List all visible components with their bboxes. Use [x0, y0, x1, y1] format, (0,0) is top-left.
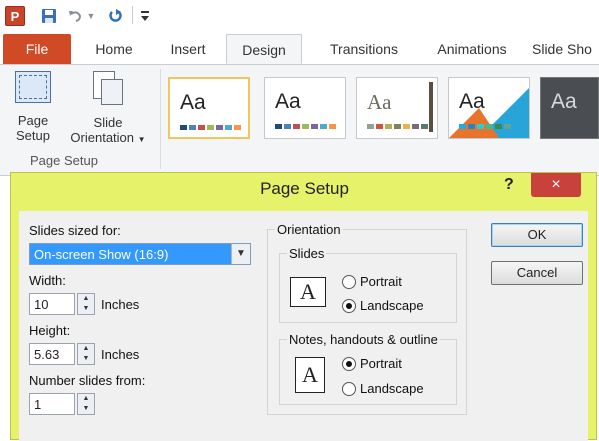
- help-icon[interactable]: ?: [504, 176, 514, 194]
- qat-separator: [132, 6, 133, 24]
- width-label: Width:: [29, 273, 66, 288]
- theme-color-bars: [459, 124, 511, 129]
- redo-icon[interactable]: [106, 6, 124, 26]
- page-setup-label-line2: Setup: [16, 128, 50, 143]
- number-slides-from-label: Number slides from:: [29, 373, 146, 388]
- group-separator: [160, 69, 161, 169]
- undo-icon[interactable]: [66, 6, 84, 26]
- tab-design[interactable]: Design: [226, 34, 302, 64]
- width-unit: Inches: [101, 297, 140, 312]
- spin-down-icon[interactable]: ▼: [78, 354, 94, 364]
- theme-color-bars: [180, 125, 241, 130]
- theme-sample-text: Aa: [367, 90, 392, 114]
- slides-portrait-radio[interactable]: [342, 275, 356, 289]
- theme-sample-text: Aa: [551, 90, 577, 113]
- undo-dropdown-icon[interactable]: ▼: [86, 6, 96, 26]
- height-stepper[interactable]: ▲ ▼: [77, 343, 95, 365]
- theme-color-bars: [367, 124, 428, 129]
- theme-accent-stripe: [429, 82, 433, 132]
- page-setup-label-line1: Page: [17, 113, 49, 128]
- notes-portrait-label[interactable]: Portrait: [360, 356, 402, 371]
- slides-sized-for-select[interactable]: On-screen Show (16:9) ▼: [29, 243, 251, 265]
- close-button[interactable]: ×: [531, 173, 581, 197]
- slide-orientation-button[interactable]: Slide Orientation ▼: [64, 71, 152, 147]
- tab-animations[interactable]: Animations: [420, 34, 524, 64]
- quick-access-toolbar: P ▼: [0, 0, 599, 34]
- slide-orientation-label-line2: Orientation ▼: [64, 130, 152, 147]
- slides-landscape-radio[interactable]: [342, 299, 356, 313]
- orientation-label: Orientation: [275, 222, 343, 237]
- tab-slide-show[interactable]: Slide Sho: [532, 34, 599, 64]
- slides-sized-for-value: On-screen Show (16:9): [34, 247, 169, 262]
- app-icon-letter: P: [5, 6, 25, 26]
- theme-2[interactable]: Aa: [264, 77, 346, 139]
- slides-portrait-label[interactable]: Portrait: [360, 274, 402, 289]
- tab-insert[interactable]: Insert: [158, 34, 218, 64]
- landscape-page-icon: A: [290, 277, 326, 307]
- spin-up-icon[interactable]: ▲: [78, 294, 94, 304]
- chevron-down-icon: ▼: [137, 135, 146, 144]
- height-label: Height:: [29, 323, 71, 338]
- page-setup-button[interactable]: Page Setup: [8, 71, 58, 143]
- theme-office[interactable]: Aa: [168, 77, 250, 139]
- ribbon-tab-bar: File Home Insert Design Transitions Anim…: [0, 34, 599, 65]
- notes-portrait-radio[interactable]: [342, 357, 356, 371]
- theme-sample-text: Aa: [459, 90, 485, 113]
- number-slides-from-input[interactable]: 1: [29, 393, 75, 415]
- number-slides-from-stepper[interactable]: ▲ ▼: [77, 393, 95, 415]
- portrait-page-icon: A: [295, 357, 325, 393]
- notes-group-label: Notes, handouts & outline: [287, 332, 440, 347]
- theme-sample-text: Aa: [275, 90, 301, 113]
- notes-landscape-radio[interactable]: [342, 382, 356, 396]
- height-value: 5.63: [34, 347, 60, 362]
- slides-landscape-label[interactable]: Landscape: [360, 298, 424, 313]
- ok-button[interactable]: OK: [491, 223, 583, 247]
- powerpoint-app-icon[interactable]: P: [4, 6, 26, 26]
- width-input[interactable]: 10: [29, 293, 75, 315]
- notes-landscape-label[interactable]: Landscape: [360, 381, 424, 396]
- slide-orientation-label-text: Orientation: [70, 130, 135, 145]
- save-icon[interactable]: [40, 6, 58, 26]
- page-setup-dialog: Page Setup ? × Slides sized for: On-scre…: [10, 172, 597, 441]
- width-stepper[interactable]: ▲ ▼: [77, 293, 95, 315]
- slides-group-label: Slides: [287, 246, 327, 261]
- page-setup-icon: [15, 71, 51, 103]
- cancel-button[interactable]: Cancel: [491, 261, 583, 285]
- height-unit: Inches: [101, 347, 140, 362]
- width-value: 10: [34, 297, 49, 312]
- dialog-client-area: Slides sized for: On-screen Show (16:9) …: [19, 211, 588, 441]
- spin-up-icon[interactable]: ▲: [78, 344, 94, 354]
- spin-up-icon[interactable]: ▲: [78, 394, 94, 404]
- spin-down-icon[interactable]: ▼: [78, 304, 94, 314]
- theme-color-bars: [275, 124, 336, 129]
- theme-4[interactable]: Aa: [448, 77, 530, 139]
- theme-sample-text: Aa: [180, 91, 206, 114]
- theme-3[interactable]: Aa: [356, 77, 438, 139]
- ribbon-design-panel: Page Setup Slide Orientation ▼ Page Setu…: [0, 65, 599, 176]
- theme-5[interactable]: Aa: [540, 77, 599, 139]
- slides-sized-for-label: Slides sized for:: [29, 223, 121, 238]
- chevron-down-icon[interactable]: ▼: [231, 244, 250, 264]
- number-slides-from-value: 1: [34, 397, 42, 412]
- tab-home[interactable]: Home: [84, 34, 144, 64]
- spin-down-icon[interactable]: ▼: [78, 404, 94, 414]
- slide-orientation-label-line1: Slide: [93, 115, 123, 130]
- tab-file[interactable]: File: [3, 34, 71, 64]
- page-setup-group-label: Page Setup: [30, 153, 98, 168]
- customize-qat-icon[interactable]: [138, 6, 152, 26]
- height-input[interactable]: 5.63: [29, 343, 75, 365]
- slide-orientation-icon: [93, 71, 123, 105]
- tab-transitions[interactable]: Transitions: [314, 34, 414, 64]
